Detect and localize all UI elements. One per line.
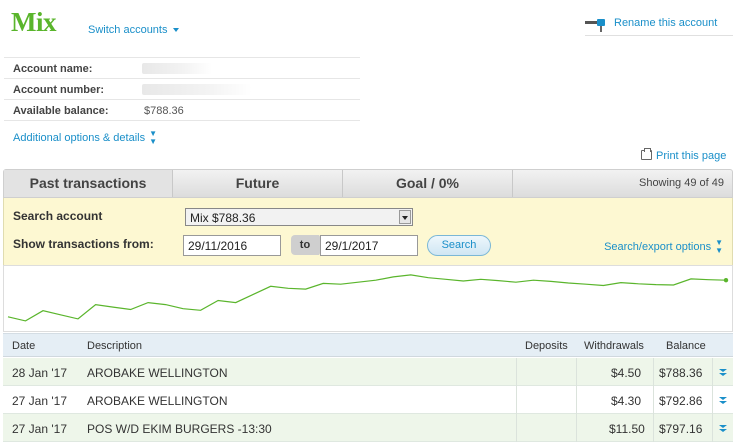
row-date: 27 Jan '17 bbox=[12, 394, 68, 408]
switch-accounts-label: Switch accounts bbox=[88, 24, 168, 36]
column-divider bbox=[653, 386, 654, 414]
search-button[interactable]: Search bbox=[427, 235, 491, 256]
account-select-value: Mix $788.36 bbox=[190, 211, 256, 225]
row-date: 27 Jan '17 bbox=[12, 422, 68, 436]
search-export-options-link[interactable]: Search/export options ▼ ▼ bbox=[604, 239, 723, 255]
search-panel: Search account Mix $788.36 Show transact… bbox=[3, 198, 733, 265]
col-withdrawals: Withdrawals bbox=[584, 340, 644, 352]
print-page-link[interactable]: Print this page bbox=[641, 148, 727, 162]
table-row[interactable]: 27 Jan '17 AROBAKE WELLINGTON $4.30 $792… bbox=[3, 386, 733, 414]
table-row[interactable]: 27 Jan '17 POS W/D EKIM BURGERS -13:30 $… bbox=[3, 414, 733, 442]
column-divider bbox=[516, 414, 517, 442]
column-divider bbox=[576, 414, 577, 442]
additional-options-label: Additional options & details bbox=[13, 131, 146, 144]
balance-line-chart bbox=[7, 274, 729, 322]
balance-label: Available balance: bbox=[13, 105, 109, 117]
expand-row-icon[interactable] bbox=[718, 368, 728, 378]
account-name-row: Account name: bbox=[4, 58, 360, 79]
additional-options-link[interactable]: Additional options & details ▼ ▼ bbox=[13, 130, 157, 146]
account-title: Mix bbox=[11, 7, 57, 37]
column-divider bbox=[576, 358, 577, 386]
table-header: Date Description Deposits Withdrawals Ba… bbox=[3, 333, 733, 357]
row-description: POS W/D EKIM BURGERS -13:30 bbox=[87, 422, 272, 436]
account-name-redacted bbox=[142, 63, 212, 74]
expand-row-icon[interactable] bbox=[718, 424, 728, 434]
caret-down-icon bbox=[173, 28, 180, 33]
tab-past-transactions[interactable]: Past transactions bbox=[4, 170, 173, 197]
column-divider bbox=[516, 386, 517, 414]
column-divider bbox=[576, 386, 577, 414]
double-chevron-down-icon: ▼ ▼ bbox=[149, 129, 158, 146]
transaction-tabs: Past transactions Future Goal / 0% Showi… bbox=[3, 169, 733, 198]
switch-accounts-link[interactable]: Switch accounts bbox=[88, 24, 180, 36]
account-number-redacted bbox=[142, 84, 252, 95]
account-select[interactable]: Mix $788.36 bbox=[185, 208, 413, 226]
column-divider bbox=[712, 386, 713, 414]
tab-future[interactable]: Future bbox=[173, 170, 343, 197]
row-description: AROBAKE WELLINGTON bbox=[87, 394, 228, 408]
col-deposits: Deposits bbox=[525, 340, 568, 352]
col-description: Description bbox=[87, 340, 143, 352]
paint-roller-icon bbox=[585, 19, 605, 32]
to-label: to bbox=[291, 235, 325, 255]
row-balance: $797.16 bbox=[659, 422, 703, 436]
row-withdrawals: $4.50 bbox=[611, 366, 642, 380]
search-account-label: Search account bbox=[13, 209, 103, 223]
latest-balance-point bbox=[723, 277, 729, 283]
balance-value: $788.36 bbox=[144, 105, 184, 117]
tab-goal[interactable]: Goal / 0% bbox=[343, 170, 513, 197]
row-balance: $788.36 bbox=[659, 366, 703, 380]
printer-icon bbox=[641, 148, 652, 160]
rename-account-label: Rename this account bbox=[614, 17, 718, 29]
dropdown-arrow-icon bbox=[399, 210, 411, 224]
account-number-row: Account number: bbox=[4, 79, 360, 100]
col-balance: Balance bbox=[666, 340, 706, 352]
row-balance: $792.86 bbox=[659, 394, 703, 408]
account-name-label: Account name: bbox=[13, 63, 93, 75]
double-chevron-down-icon: ▼ ▼ bbox=[715, 238, 723, 255]
row-withdrawals: $4.30 bbox=[611, 394, 642, 408]
balance-row: Available balance: $788.36 bbox=[4, 100, 360, 121]
balance-series-line bbox=[7, 274, 727, 322]
search-export-label: Search/export options bbox=[604, 240, 712, 253]
column-divider bbox=[712, 358, 713, 386]
table-row[interactable]: 28 Jan '17 AROBAKE WELLINGTON $4.50 $788… bbox=[3, 358, 733, 386]
rename-account-link[interactable]: Rename this account bbox=[585, 14, 733, 36]
column-divider bbox=[653, 358, 654, 386]
account-number-label: Account number: bbox=[13, 84, 105, 96]
col-date: Date bbox=[12, 340, 36, 352]
balance-chart bbox=[3, 265, 733, 332]
column-divider bbox=[712, 414, 713, 442]
expand-row-icon[interactable] bbox=[718, 396, 728, 406]
showing-count: Showing 49 of 49 bbox=[638, 177, 724, 189]
row-date: 28 Jan '17 bbox=[12, 366, 68, 380]
from-date-field[interactable]: 29/11/2016 bbox=[183, 235, 281, 256]
column-divider bbox=[653, 414, 654, 442]
print-page-label: Print this page bbox=[656, 150, 727, 162]
column-divider bbox=[516, 358, 517, 386]
row-withdrawals: $11.50 bbox=[609, 422, 645, 436]
row-description: AROBAKE WELLINGTON bbox=[87, 366, 228, 380]
date-range-label: Show transactions from: bbox=[13, 237, 154, 251]
to-date-field[interactable]: 29/1/2017 bbox=[320, 235, 418, 256]
